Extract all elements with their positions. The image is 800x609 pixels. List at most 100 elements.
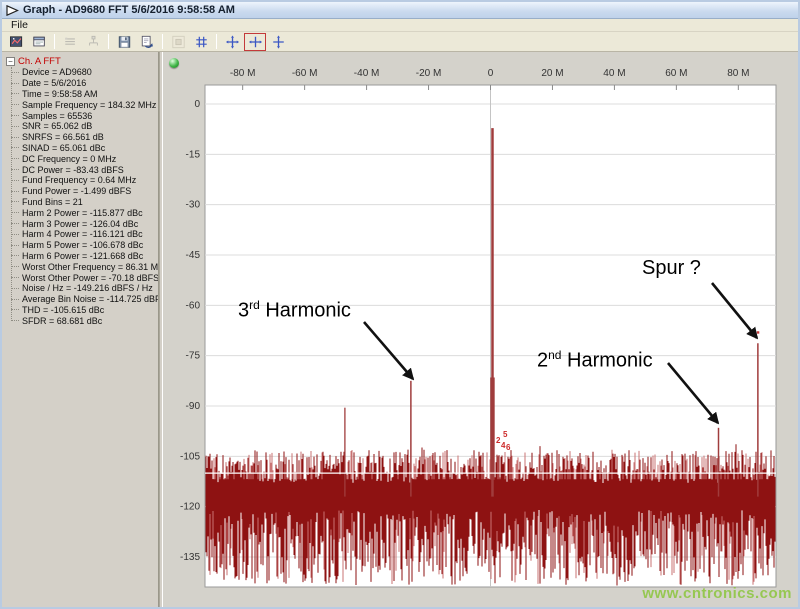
y-axis-tick-label: -105 <box>180 451 200 462</box>
tree-item[interactable]: Harm 6 Power = -121.668 dBc <box>11 251 158 262</box>
export-image-button[interactable] <box>5 33 27 51</box>
toolbar-separator <box>162 34 163 49</box>
tree-item[interactable]: SFDR = 68.681 dBc <box>11 315 158 326</box>
y-axis-tick-label: -45 <box>186 250 201 261</box>
watermark: www.cntronics.com <box>642 585 792 602</box>
save-button[interactable] <box>113 33 135 51</box>
y-axis-tick-label: -15 <box>186 149 201 160</box>
tree-connector <box>11 158 19 160</box>
tree-connector <box>11 255 19 257</box>
tree-connector <box>11 244 19 246</box>
tree-item-label: Worst Other Power = -70.18 dBFS <box>22 272 159 283</box>
tree-item[interactable]: Harm 4 Power = -116.121 dBc <box>11 229 158 240</box>
toolbar-separator <box>54 34 55 49</box>
tree-item[interactable]: Average Bin Noise = -114.725 dBFS <box>11 294 158 305</box>
export-image-icon <box>9 35 22 47</box>
tree-item-label: Harm 3 Power = -126.04 dBc <box>22 218 139 229</box>
graph-window: Graph - AD9680 FFT 5/6/2016 9:58:58 AM F… <box>0 0 800 609</box>
tree-connector <box>11 169 19 171</box>
tree-item[interactable]: DC Frequency = 0 MHz <box>11 153 158 164</box>
tree-item[interactable]: Harm 2 Power = -115.877 dBc <box>11 207 158 218</box>
window-title: Graph - AD9680 FFT 5/6/2016 9:58:58 AM <box>23 4 235 16</box>
copy-tree-icon <box>88 35 98 45</box>
tree-item-label: Samples = 65536 <box>22 110 93 121</box>
x-axis-tick-label: -80 M <box>230 68 256 79</box>
tree-connector <box>11 136 19 138</box>
tree-item[interactable]: Harm 5 Power = -106.678 dBc <box>11 240 158 251</box>
export-form-button[interactable] <box>28 33 50 51</box>
fft-plot[interactable]: 0 -15 -30 -45 -60 -75 -90 -105 -120 -135 -80 M -60 … <box>163 52 796 607</box>
x-axis-tick-label: -40 M <box>354 68 380 79</box>
zoom-fit-button[interactable] <box>221 33 243 51</box>
tree-connector <box>11 104 19 106</box>
x-axis-tick-label: 40 M <box>603 68 625 79</box>
tree-item-label: Sample Frequency = 184.32 MHz <box>22 99 157 110</box>
tree-item[interactable]: SINAD = 65.061 dBc <box>11 143 158 154</box>
toolbar <box>2 32 798 52</box>
zoom-fit-vertical-button[interactable] <box>267 33 289 51</box>
menu-bar: File <box>2 19 798 32</box>
tree-item[interactable]: Sample Frequency = 184.32 MHz <box>11 99 158 110</box>
tree-item[interactable]: THD = -105.615 dBc <box>11 305 158 316</box>
tree-item[interactable]: SNR = 65.062 dB <box>11 121 158 132</box>
app-logo-icon <box>6 4 19 16</box>
tree-root-label: Ch. A FFT <box>18 55 61 67</box>
main-area: − Ch. A FFT Device = AD9680 Date = 5/6/20… <box>2 52 798 607</box>
tree-item[interactable]: Time = 9:58:58 AM <box>11 89 158 100</box>
toolbar-separator <box>216 34 217 49</box>
tree-item[interactable]: Samples = 65536 <box>11 110 158 121</box>
y-axis-tick-label: -120 <box>180 502 200 513</box>
tree-item[interactable]: Worst Other Power = -70.18 dBFS <box>11 272 158 283</box>
tree-item[interactable]: Harm 3 Power = -126.04 dBc <box>11 218 158 229</box>
tree-item[interactable]: Worst Other Frequency = 86.31 MHz <box>11 261 158 272</box>
tree-connector <box>11 212 19 214</box>
tree-connector <box>11 277 19 279</box>
toolbar-separator <box>108 34 109 49</box>
tree-item-label: Noise / Hz = -149.216 dBFS / Hz <box>22 283 153 294</box>
tree-item-label: SINAD = 65.061 dBc <box>22 142 106 153</box>
spur-label: Spur ? <box>642 257 701 279</box>
tree-item-label: DC Power = -83.43 dBFS <box>22 164 124 175</box>
tree-item-label: Harm 5 Power = -106.678 dBc <box>22 240 144 251</box>
tree-item[interactable]: Fund Frequency = 0.64 MHz <box>11 175 158 186</box>
tree-item-label: Fund Frequency = 0.64 MHz <box>22 175 137 186</box>
y-axis-tick-label: -90 <box>186 401 201 412</box>
tree-connector <box>11 71 19 73</box>
tree-item-label: THD = -105.615 dBc <box>22 304 105 315</box>
copy-grid-button[interactable] <box>59 33 81 51</box>
tree-item[interactable]: Fund Bins = 21 <box>11 197 158 208</box>
tree-connector <box>11 233 19 235</box>
tree-item[interactable]: Fund Power = -1.499 dBFS <box>11 186 158 197</box>
tree-item[interactable]: DC Power = -83.43 dBFS <box>11 164 158 175</box>
tree-item[interactable]: Device = AD9680 <box>11 67 158 78</box>
tree-collapse-toggle[interactable]: − <box>6 56 15 66</box>
x-axis-tick-label: -20 M <box>416 68 442 79</box>
tree-item[interactable]: Date = 5/6/2016 <box>11 78 158 89</box>
third-harmonic-label: 3rd Harmonic <box>238 298 351 322</box>
y-axis-tick-label: -75 <box>186 351 201 362</box>
tree-item[interactable]: Noise / Hz = -149.216 dBFS / Hz <box>11 283 158 294</box>
tree-item-label: Fund Power = -1.499 dBFS <box>22 186 132 197</box>
title-bar[interactable]: Graph - AD9680 FFT 5/6/2016 9:58:58 AM <box>2 2 798 19</box>
grid-toggle-button[interactable] <box>190 33 212 51</box>
tree-item-label: Harm 6 Power = -121.668 dBc <box>22 250 144 261</box>
tree-item[interactable]: SNRFS = 66.561 dB <box>11 132 158 143</box>
tree-connector <box>11 309 19 311</box>
tree-root-row: − Ch. A FFT <box>6 55 158 67</box>
copy-tree-button[interactable] <box>82 33 104 51</box>
x-axis-tick-label: -60 M <box>292 68 318 79</box>
persistence-button[interactable] <box>167 33 189 51</box>
tree-item-label: Time = 9:58:58 AM <box>22 88 98 99</box>
x-axis-tick-label: 0 <box>488 68 494 79</box>
tree-item-label: SNR = 65.062 dB <box>22 121 93 132</box>
menu-file[interactable]: File <box>4 19 35 31</box>
tree-item-label: Harm 4 Power = -116.121 dBc <box>22 229 143 240</box>
tree-item-label: Worst Other Frequency = 86.31 MHz <box>22 261 159 272</box>
cross-fit-vertical-icon <box>272 34 284 49</box>
y-axis-tick-label: 0 <box>194 99 200 110</box>
zoom-fit-horizontal-button[interactable] <box>244 32 266 51</box>
export-button[interactable] <box>136 33 158 51</box>
tree-connector <box>11 147 19 149</box>
tree-connector <box>11 223 19 225</box>
tree-item-label: Device = AD9680 <box>22 67 92 78</box>
